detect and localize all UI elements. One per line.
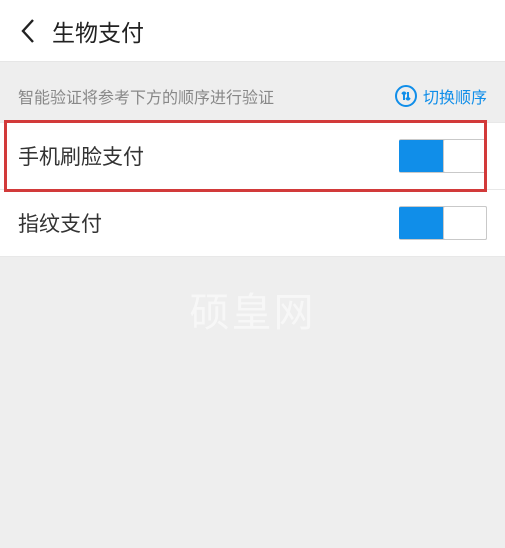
setting-label: 指纹支付: [18, 208, 102, 238]
swap-icon: [395, 85, 417, 107]
setting-row-fingerprint-pay: 指纹支付: [0, 189, 505, 257]
toggle-knob: [443, 139, 487, 173]
hint-text: 智能验证将参考下方的顺序进行验证: [18, 84, 274, 108]
watermark: 硕皇网: [0, 280, 505, 344]
page-title: 生物支付: [52, 14, 144, 48]
toggle-knob: [443, 206, 487, 240]
toggle-face-pay[interactable]: [399, 139, 487, 173]
back-icon[interactable]: [14, 18, 42, 44]
hint-row: 智能验证将参考下方的顺序进行验证 切换顺序: [0, 62, 505, 122]
switch-order-label: 切换顺序: [423, 84, 487, 108]
toggle-fingerprint-pay[interactable]: [399, 206, 487, 240]
watermark-line1: 硕皇网: [0, 280, 505, 338]
switch-order-button[interactable]: 切换顺序: [395, 84, 487, 108]
setting-label: 手机刷脸支付: [18, 141, 144, 171]
page-header: 生物支付: [0, 0, 505, 62]
setting-row-face-pay: 手机刷脸支付: [0, 122, 505, 190]
